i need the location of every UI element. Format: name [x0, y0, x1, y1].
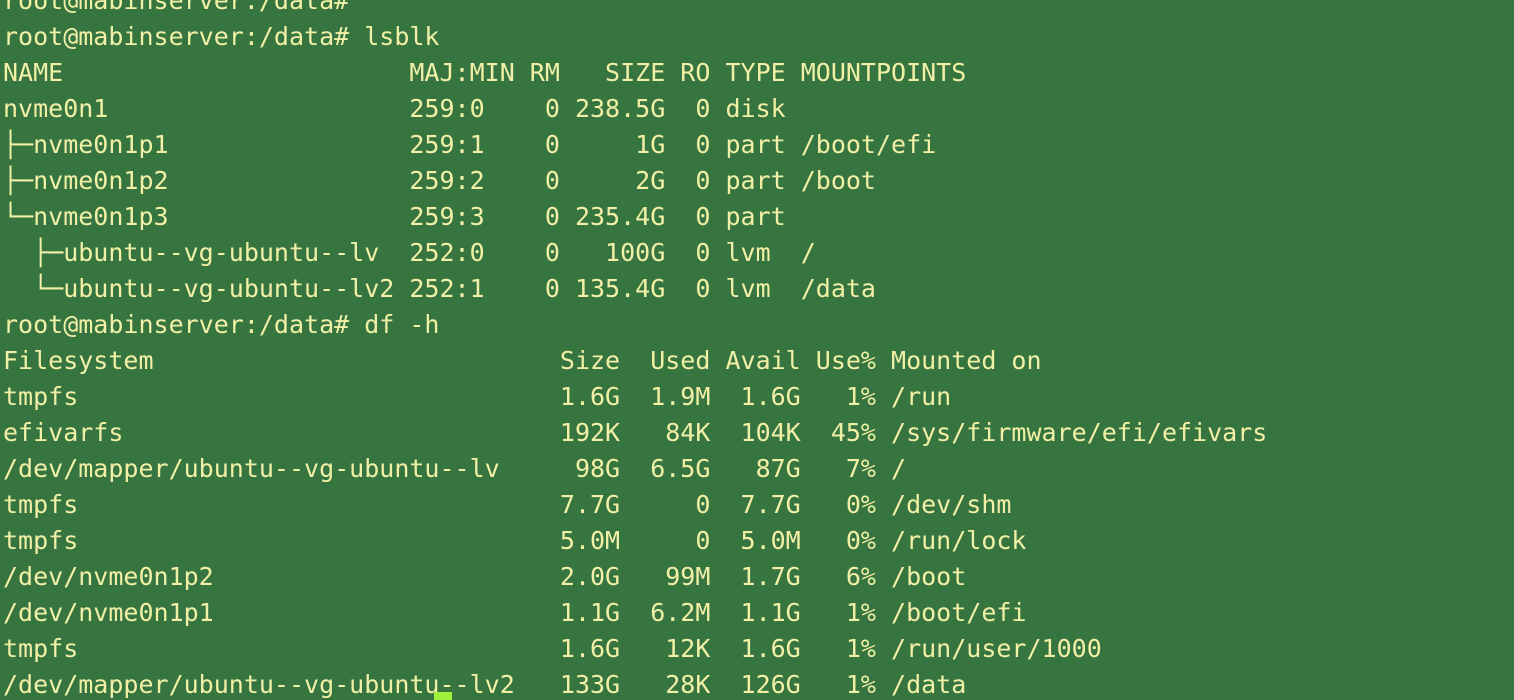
terminal-line-lsblk-header: NAME MAJ:MIN RM SIZE RO TYPE MOUNTPOINTS — [3, 58, 967, 87]
terminal-line: /dev/nvme0n1p1 1.1G 6.2M 1.1G 1% /boot/e… — [3, 598, 1027, 627]
terminal-output: root@mabinserver:/data# root@mabinserver… — [3, 0, 1267, 700]
terminal-line: tmpfs 1.6G 1.9M 1.6G 1% /run — [3, 382, 952, 411]
terminal-line-df-header: Filesystem Size Used Avail Use% Mounted … — [3, 346, 1042, 375]
terminal-line: ├─nvme0n1p2 259:2 0 2G 0 part /boot — [3, 166, 876, 195]
terminal-line-lsblk-command: root@mabinserver:/data# lsblk — [3, 22, 440, 51]
terminal-line: efivarfs 192K 84K 104K 45% /sys/firmware… — [3, 418, 1268, 447]
terminal-line: └─nvme0n1p3 259:3 0 235.4G 0 part — [3, 202, 786, 231]
terminal-line-partial-prompt: root@mabinserver:/data# — [3, 0, 350, 15]
terminal-line: /dev/nvme0n1p2 2.0G 99M 1.7G 6% /boot — [3, 562, 967, 591]
terminal-line-df-command: root@mabinserver:/data# df -h — [3, 310, 440, 339]
terminal-line: ├─ubuntu--vg-ubuntu--lv 252:0 0 100G 0 l… — [3, 238, 816, 267]
terminal-line: ├─nvme0n1p1 259:1 0 1G 0 part /boot/efi — [3, 130, 937, 159]
terminal-cursor — [434, 692, 452, 700]
terminal-line: /dev/mapper/ubuntu--vg-ubuntu--lv 98G 6.… — [3, 454, 907, 483]
terminal-line: /dev/mapper/ubuntu--vg-ubuntu--lv2 133G … — [3, 670, 967, 699]
terminal-line: tmpfs 1.6G 12K 1.6G 1% /run/user/1000 — [3, 634, 1102, 663]
terminal-line: tmpfs 7.7G 0 7.7G 0% /dev/shm — [3, 490, 1012, 519]
terminal-line: └─ubuntu--vg-ubuntu--lv2 252:1 0 135.4G … — [3, 274, 876, 303]
terminal-line: nvme0n1 259:0 0 238.5G 0 disk — [3, 94, 786, 123]
terminal-window[interactable]: root@mabinserver:/data# root@mabinserver… — [0, 0, 1514, 700]
terminal-line: tmpfs 5.0M 0 5.0M 0% /run/lock — [3, 526, 1027, 555]
